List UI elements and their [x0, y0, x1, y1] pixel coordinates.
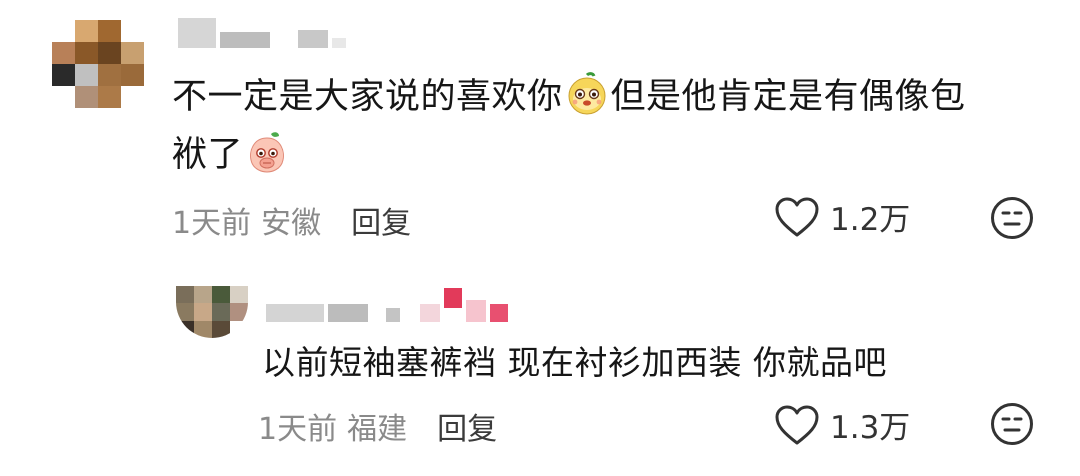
reply-like-count: 1.3万 — [830, 410, 911, 446]
neutral-face-icon — [991, 403, 1033, 445]
like-button[interactable]: 1.2万 — [774, 194, 910, 239]
reply-username-blurred[interactable] — [266, 288, 508, 322]
monkey-face-emoji-icon — [565, 72, 609, 134]
reply-avatar[interactable] — [176, 286, 248, 338]
reply-dislike-button[interactable] — [990, 402, 1034, 446]
comment-text-line1-a: 不一定是大家说的喜欢你 — [172, 77, 563, 117]
comment-text-line2-row: 袱了 — [172, 126, 291, 192]
heart-outline-icon — [775, 197, 819, 236]
like-count: 1.2万 — [830, 202, 911, 238]
reply-meta: 1天前 福建 回复 — [258, 404, 497, 448]
reply-text: 以前短袖塞裤裆 现在衬衫加西装 你就品吧 — [262, 343, 887, 382]
peach-shy-face-emoji-icon — [245, 130, 289, 192]
comment-text: 不一定是大家说的喜欢你 但是他肯定是有偶像包 — [172, 68, 966, 134]
dislike-button[interactable] — [990, 196, 1034, 240]
neutral-face-icon — [991, 197, 1033, 239]
comment-location: 安徽 — [261, 206, 322, 241]
username-blurred[interactable] — [178, 18, 346, 48]
reply-location: 福建 — [347, 412, 408, 447]
avatar[interactable] — [52, 20, 144, 108]
reply-like-button[interactable]: 1.3万 — [774, 402, 910, 447]
comment-text-line2: 袱了 — [172, 135, 244, 175]
comment-meta: 1天前 安徽 回复 — [172, 198, 411, 242]
comment-time: 1天前 — [172, 206, 252, 241]
comment-text-line1-b: 但是他肯定是有偶像包 — [610, 77, 966, 117]
reply-button[interactable]: 回复 — [351, 206, 411, 241]
reply-time: 1天前 — [258, 412, 338, 447]
heart-outline-icon — [775, 405, 819, 444]
reply-reply-button[interactable]: 回复 — [437, 412, 497, 447]
